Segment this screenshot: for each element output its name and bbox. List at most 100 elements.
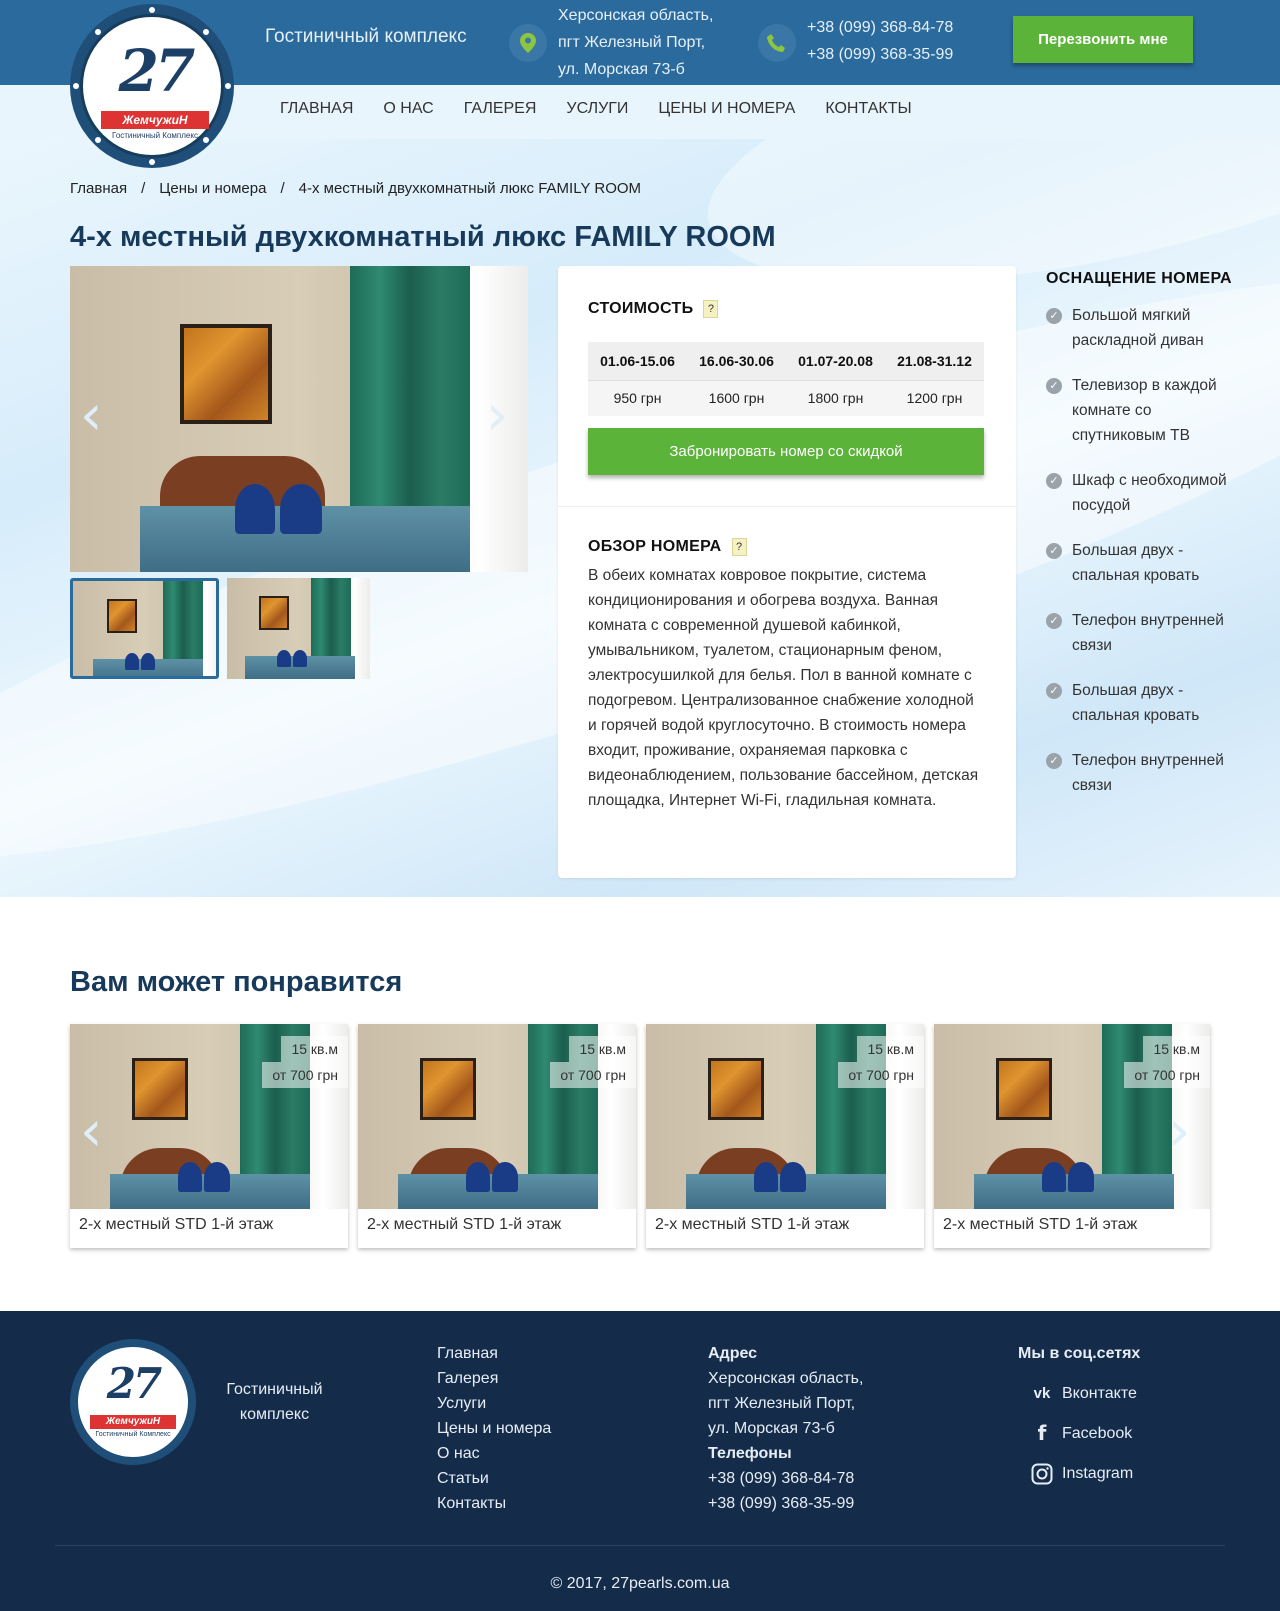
nav-item-about[interactable]: О НАС — [383, 96, 433, 122]
location-icon — [509, 24, 547, 62]
related-prev-arrow[interactable]: ‹ — [80, 1104, 102, 1160]
page-title: 4-х местный двухкомнатный люкс FAMILY RO… — [70, 221, 776, 253]
related-room-card[interactable]: 15 кв.м от 700 грн 2-х местный STD 1-й э… — [358, 1024, 636, 1248]
footer-phones-title: Телефоны — [708, 1445, 792, 1462]
main-menu: ГЛАВНАЯ О НАС ГАЛЕРЕЯ УСЛУГИ ЦЕНЫ И НОМЕ… — [280, 96, 942, 122]
footer-tagline: Гостиничный комплекс — [226, 1381, 323, 1423]
room-price-badge: от 700 грн — [1124, 1062, 1210, 1088]
footer-link-articles[interactable]: Статьи — [437, 1466, 551, 1491]
breadcrumb-separator: / — [280, 180, 285, 197]
related-room-card[interactable]: 15 кв.м от 700 грн 2-х местный STD 1-й э… — [646, 1024, 924, 1248]
social-instagram[interactable]: Instagram — [1030, 1461, 1140, 1486]
breadcrumb-current: 4-х местный двухкомнатный люкс FAMILY RO… — [298, 180, 642, 197]
equipment-item: ✓ Большой мягкий раскладной диван — [1046, 303, 1236, 353]
footer-logo[interactable]: 27 ЖемчужиН Гостиничный Комплекс — [70, 1339, 196, 1465]
footer-social: Мы в соц.сетях vk Вконтакте f Facebook Ins… — [1018, 1341, 1140, 1486]
footer-link-contacts[interactable]: Контакты — [437, 1491, 551, 1516]
logo-dot — [203, 137, 209, 143]
nav-item-prices[interactable]: ЦЕНЫ И НОМЕРА — [658, 96, 795, 122]
gallery-prev-arrow[interactable]: ‹ — [80, 388, 102, 444]
room-info-card: СТОИМОСТЬ? 01.06-15.06 16.06-30.06 01.07… — [558, 266, 1016, 878]
price-value: 1600 грн — [687, 379, 786, 416]
nav-item-contacts[interactable]: КОНТАКТЫ — [825, 96, 911, 122]
vk-icon: vk — [1033, 1385, 1051, 1402]
equipment-item: ✓ Телевизор в каждой комнате со спутников… — [1046, 373, 1236, 448]
room-photo[interactable]: ‹ › — [70, 266, 528, 572]
room-name[interactable]: 2-х местный STD 1-й этаж — [79, 1216, 273, 1234]
logo-number: 27 — [118, 37, 196, 105]
footer-link-gallery[interactable]: Галерея — [437, 1366, 551, 1391]
overview-help-icon[interactable]: ? — [731, 538, 747, 556]
callback-button[interactable]: Перезвонить мне — [1013, 16, 1193, 63]
overview-title: ОБЗОР НОМЕРА — [588, 538, 722, 556]
logo-dot — [95, 29, 101, 35]
check-icon: ✓ — [1046, 473, 1062, 489]
facebook-icon: f — [1037, 1421, 1047, 1445]
room-area-badge: 15 кв.м — [1143, 1036, 1210, 1062]
price-table: 01.06-15.06 16.06-30.06 01.07-20.08 21.0… — [588, 342, 984, 416]
social-facebook[interactable]: f Facebook — [1030, 1421, 1140, 1446]
price-title: СТОИМОСТЬ — [588, 300, 694, 318]
footer-link-about[interactable]: О нас — [437, 1441, 551, 1466]
room-name[interactable]: 2-х местный STD 1-й этаж — [655, 1216, 849, 1234]
gallery-thumbnail[interactable] — [227, 578, 370, 679]
price-value: 950 грн — [588, 379, 687, 416]
book-room-button[interactable]: Забронировать номер со скидкой — [588, 428, 984, 475]
price-period: 16.06-30.06 — [687, 342, 786, 380]
check-icon: ✓ — [1046, 683, 1062, 699]
check-icon: ✓ — [1046, 308, 1062, 324]
footer-link-prices[interactable]: Цены и номера — [437, 1416, 551, 1441]
price-value: 1200 грн — [885, 379, 984, 416]
gallery-next-arrow[interactable]: › — [486, 388, 508, 444]
copyright: © 2017, 27pearls.com.ua — [550, 1575, 730, 1592]
breadcrumb-home[interactable]: Главная — [70, 180, 127, 197]
logo-dot — [203, 29, 209, 35]
nav-item-home[interactable]: ГЛАВНАЯ — [280, 96, 353, 122]
footer-address-line: ул. Морская 73-б — [708, 1420, 835, 1437]
footer-address-line: пгт Железный Порт, — [708, 1395, 856, 1412]
phone-number[interactable]: +38 (099) 368-84-78 — [807, 14, 953, 41]
room-name[interactable]: 2-х местный STD 1-й этаж — [943, 1216, 1137, 1234]
gallery-thumbnail[interactable] — [70, 578, 219, 679]
social-vk[interactable]: vk Вконтакте — [1030, 1381, 1140, 1406]
overview-text: В обеих комнатах ковровое покрытие, сист… — [588, 567, 979, 809]
footer-link-home[interactable]: Главная — [437, 1341, 551, 1366]
address-line: Херсонская область, — [558, 7, 714, 24]
breadcrumb-prices[interactable]: Цены и номера — [159, 180, 266, 197]
footer-phone[interactable]: +38 (099) 368-35-99 — [708, 1491, 863, 1516]
footer-phone[interactable]: +38 (099) 368-84-78 — [708, 1466, 863, 1491]
price-heading: СТОИМОСТЬ? — [588, 300, 719, 318]
logo-dot — [149, 7, 155, 13]
footer: 27 ЖемчужиН Гостиничный Комплекс Гостини… — [0, 1311, 1280, 1611]
footer-logo-brand: ЖемчужиН — [90, 1415, 176, 1429]
nav-item-services[interactable]: УСЛУГИ — [566, 96, 628, 122]
footer-contacts: Адрес Херсонская область, пгт Железный П… — [708, 1341, 863, 1516]
room-area-badge: 15 кв.м — [281, 1036, 348, 1062]
logo-dot — [225, 83, 231, 89]
header-address: Херсонская область, пгт Железный Порт, у… — [558, 2, 713, 83]
equipment-item: ✓ Большая двух - спальная кровать — [1046, 678, 1236, 728]
footer-links: Главная Галерея Услуги Цены и номера О н… — [437, 1341, 551, 1516]
logo-dot — [95, 137, 101, 143]
footer-logo-subtitle: Гостиничный Комплекс — [95, 1431, 171, 1438]
phone-number[interactable]: +38 (099) 368-35-99 — [807, 41, 953, 68]
overview-heading: ОБЗОР НОМЕРА? — [588, 538, 747, 556]
room-name[interactable]: 2-х местный STD 1-й этаж — [367, 1216, 561, 1234]
nav-item-gallery[interactable]: ГАЛЕРЕЯ — [464, 96, 537, 122]
price-value: 1800 грн — [786, 379, 885, 416]
related-title: Вам может понравится — [70, 966, 403, 998]
footer-address-title: Адрес — [708, 1345, 758, 1362]
check-icon: ✓ — [1046, 543, 1062, 559]
price-help-icon[interactable]: ? — [703, 300, 719, 318]
site-logo[interactable]: 27 ЖемчужиН Гостиничный Комплекс — [70, 4, 234, 168]
room-price-badge: от 700 грн — [262, 1062, 348, 1088]
footer-link-services[interactable]: Услуги — [437, 1391, 551, 1416]
equipment-item: ✓ Телефон внутренней связи — [1046, 608, 1236, 658]
footer-address-line: Херсонская область, — [708, 1370, 864, 1387]
related-room-card[interactable]: 15 кв.м от 700 грн ‹ 2-х местный STD 1-й… — [70, 1024, 348, 1248]
header-phones: +38 (099) 368-84-78 +38 (099) 368-35-99 — [807, 14, 953, 68]
address-line: ул. Морская 73-б — [558, 61, 685, 78]
footer-divider — [55, 1545, 1225, 1546]
related-room-card[interactable]: 15 кв.м от 700 грн › 2-х местный STD 1-й… — [934, 1024, 1210, 1248]
related-next-arrow[interactable]: › — [1168, 1104, 1190, 1160]
